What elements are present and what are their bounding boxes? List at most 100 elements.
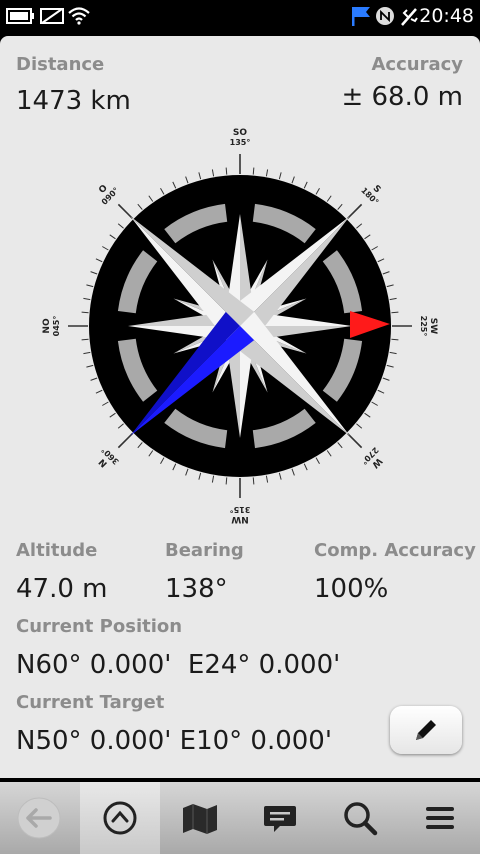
menu-tab[interactable] xyxy=(400,782,480,854)
chat-bubble-icon xyxy=(264,806,296,832)
compass-tick xyxy=(148,195,154,202)
compass-label-degrees: 045° xyxy=(52,316,61,337)
compass-tick xyxy=(148,450,154,457)
compass-tick xyxy=(90,377,98,381)
compass-tick xyxy=(326,195,332,202)
compass-label-degrees: 225° xyxy=(419,316,428,337)
compass-tick xyxy=(364,234,371,240)
compass-tick xyxy=(337,442,343,449)
compass-tick xyxy=(291,468,295,476)
map-tab[interactable] xyxy=(160,782,240,854)
compass-tab[interactable] xyxy=(80,782,160,854)
compass-label-name: SO xyxy=(233,128,247,138)
comp-accuracy-value: 100% xyxy=(314,574,389,604)
compass-tick xyxy=(185,176,189,184)
compass-tick xyxy=(117,223,124,229)
compass-tick xyxy=(356,423,363,429)
compass-label-name: NW xyxy=(231,514,249,524)
compass-label-degrees: 315° xyxy=(230,505,251,514)
compass-tick xyxy=(356,223,363,229)
compass-tick xyxy=(198,472,202,480)
compass-tick xyxy=(81,338,89,341)
messages-tab[interactable] xyxy=(240,782,320,854)
compass-tick xyxy=(198,172,202,180)
altitude-value: 47.0 m xyxy=(16,574,108,604)
compass-tick xyxy=(160,457,165,464)
bearing-label: Bearing xyxy=(165,540,244,561)
compass-label: SW225° xyxy=(419,316,438,337)
current-target-label: Current Target xyxy=(16,692,165,713)
compass-tick xyxy=(371,246,378,251)
compass-tick xyxy=(83,297,91,301)
compass-rose: SO135° S180° SW225° W270° NW315° N360° NO 045° O… xyxy=(42,128,438,524)
compass-icon xyxy=(103,801,137,835)
compass-tick xyxy=(185,468,189,476)
compass-tick xyxy=(225,167,228,175)
compass-tick xyxy=(211,169,215,177)
compass-tick xyxy=(252,167,255,175)
compass-tick xyxy=(81,311,89,314)
compass-tick xyxy=(346,203,363,220)
compass-tick xyxy=(252,477,255,485)
compass-tick xyxy=(364,412,371,418)
current-position-label: Current Position xyxy=(16,616,183,637)
compass-tick xyxy=(382,377,390,381)
distance-value: 1473 km xyxy=(16,86,131,116)
compass-tick xyxy=(303,463,308,471)
usb-icon xyxy=(401,8,418,26)
sim-off-icon xyxy=(40,8,64,24)
compass-tick xyxy=(315,457,320,464)
current-position-value: N60° 0.000' E24° 0.000' xyxy=(16,650,341,680)
compass-tick xyxy=(265,169,269,177)
compass-tick xyxy=(278,172,282,180)
wifi-icon xyxy=(68,7,90,25)
compass-tick xyxy=(389,351,397,355)
status-bar: 20:48 xyxy=(0,0,480,34)
compass-tick xyxy=(117,432,134,449)
search-icon xyxy=(344,802,378,836)
back-arrow-icon xyxy=(17,797,61,839)
bottom-toolbar xyxy=(0,782,480,854)
compass-label: NO 045° xyxy=(42,316,61,337)
compass-tick xyxy=(382,271,390,275)
compass-tick xyxy=(278,472,282,480)
map-icon xyxy=(183,804,217,834)
compass-tick xyxy=(90,271,98,275)
compass-tick xyxy=(391,338,399,341)
compass-tick xyxy=(86,284,94,288)
compass-tick xyxy=(326,450,332,457)
compass-tick xyxy=(102,401,109,406)
current-target-value: N50° 0.000' E10° 0.000' xyxy=(16,726,332,756)
compass-tick xyxy=(291,176,295,184)
compass-label-degrees: 135° xyxy=(230,138,251,147)
compass-tick xyxy=(211,475,215,483)
compass-tick xyxy=(137,203,143,210)
compass-tick xyxy=(386,284,394,288)
compass-tick xyxy=(137,442,143,449)
compass-tick xyxy=(117,423,124,429)
compass-tick xyxy=(225,477,228,485)
edit-target-button[interactable] xyxy=(390,706,462,754)
compass-label: O090° xyxy=(97,183,120,207)
compass-label: SO135° xyxy=(230,128,251,147)
compass-tick xyxy=(102,246,109,251)
pencil-icon xyxy=(416,720,436,740)
nfc-icon xyxy=(376,7,394,25)
flag-notification-icon xyxy=(352,7,370,26)
compass-tick xyxy=(337,203,343,210)
search-tab[interactable] xyxy=(320,782,400,854)
clock: 20:48 xyxy=(419,5,474,27)
compass-tick xyxy=(86,364,94,368)
compass-label: N360° xyxy=(97,445,120,468)
comp-accuracy-label: Comp. Accuracy xyxy=(314,540,476,561)
menu-icon xyxy=(426,807,454,829)
compass-tick xyxy=(83,351,91,355)
altitude-label: Altitude xyxy=(16,540,98,561)
compass-tick xyxy=(315,188,320,195)
battery-icon xyxy=(6,8,34,24)
compass-tick xyxy=(95,389,103,394)
compass-tick xyxy=(377,258,385,263)
compass-tick xyxy=(172,463,177,471)
compass-label: S180° xyxy=(359,184,382,207)
back-button[interactable] xyxy=(0,782,80,854)
